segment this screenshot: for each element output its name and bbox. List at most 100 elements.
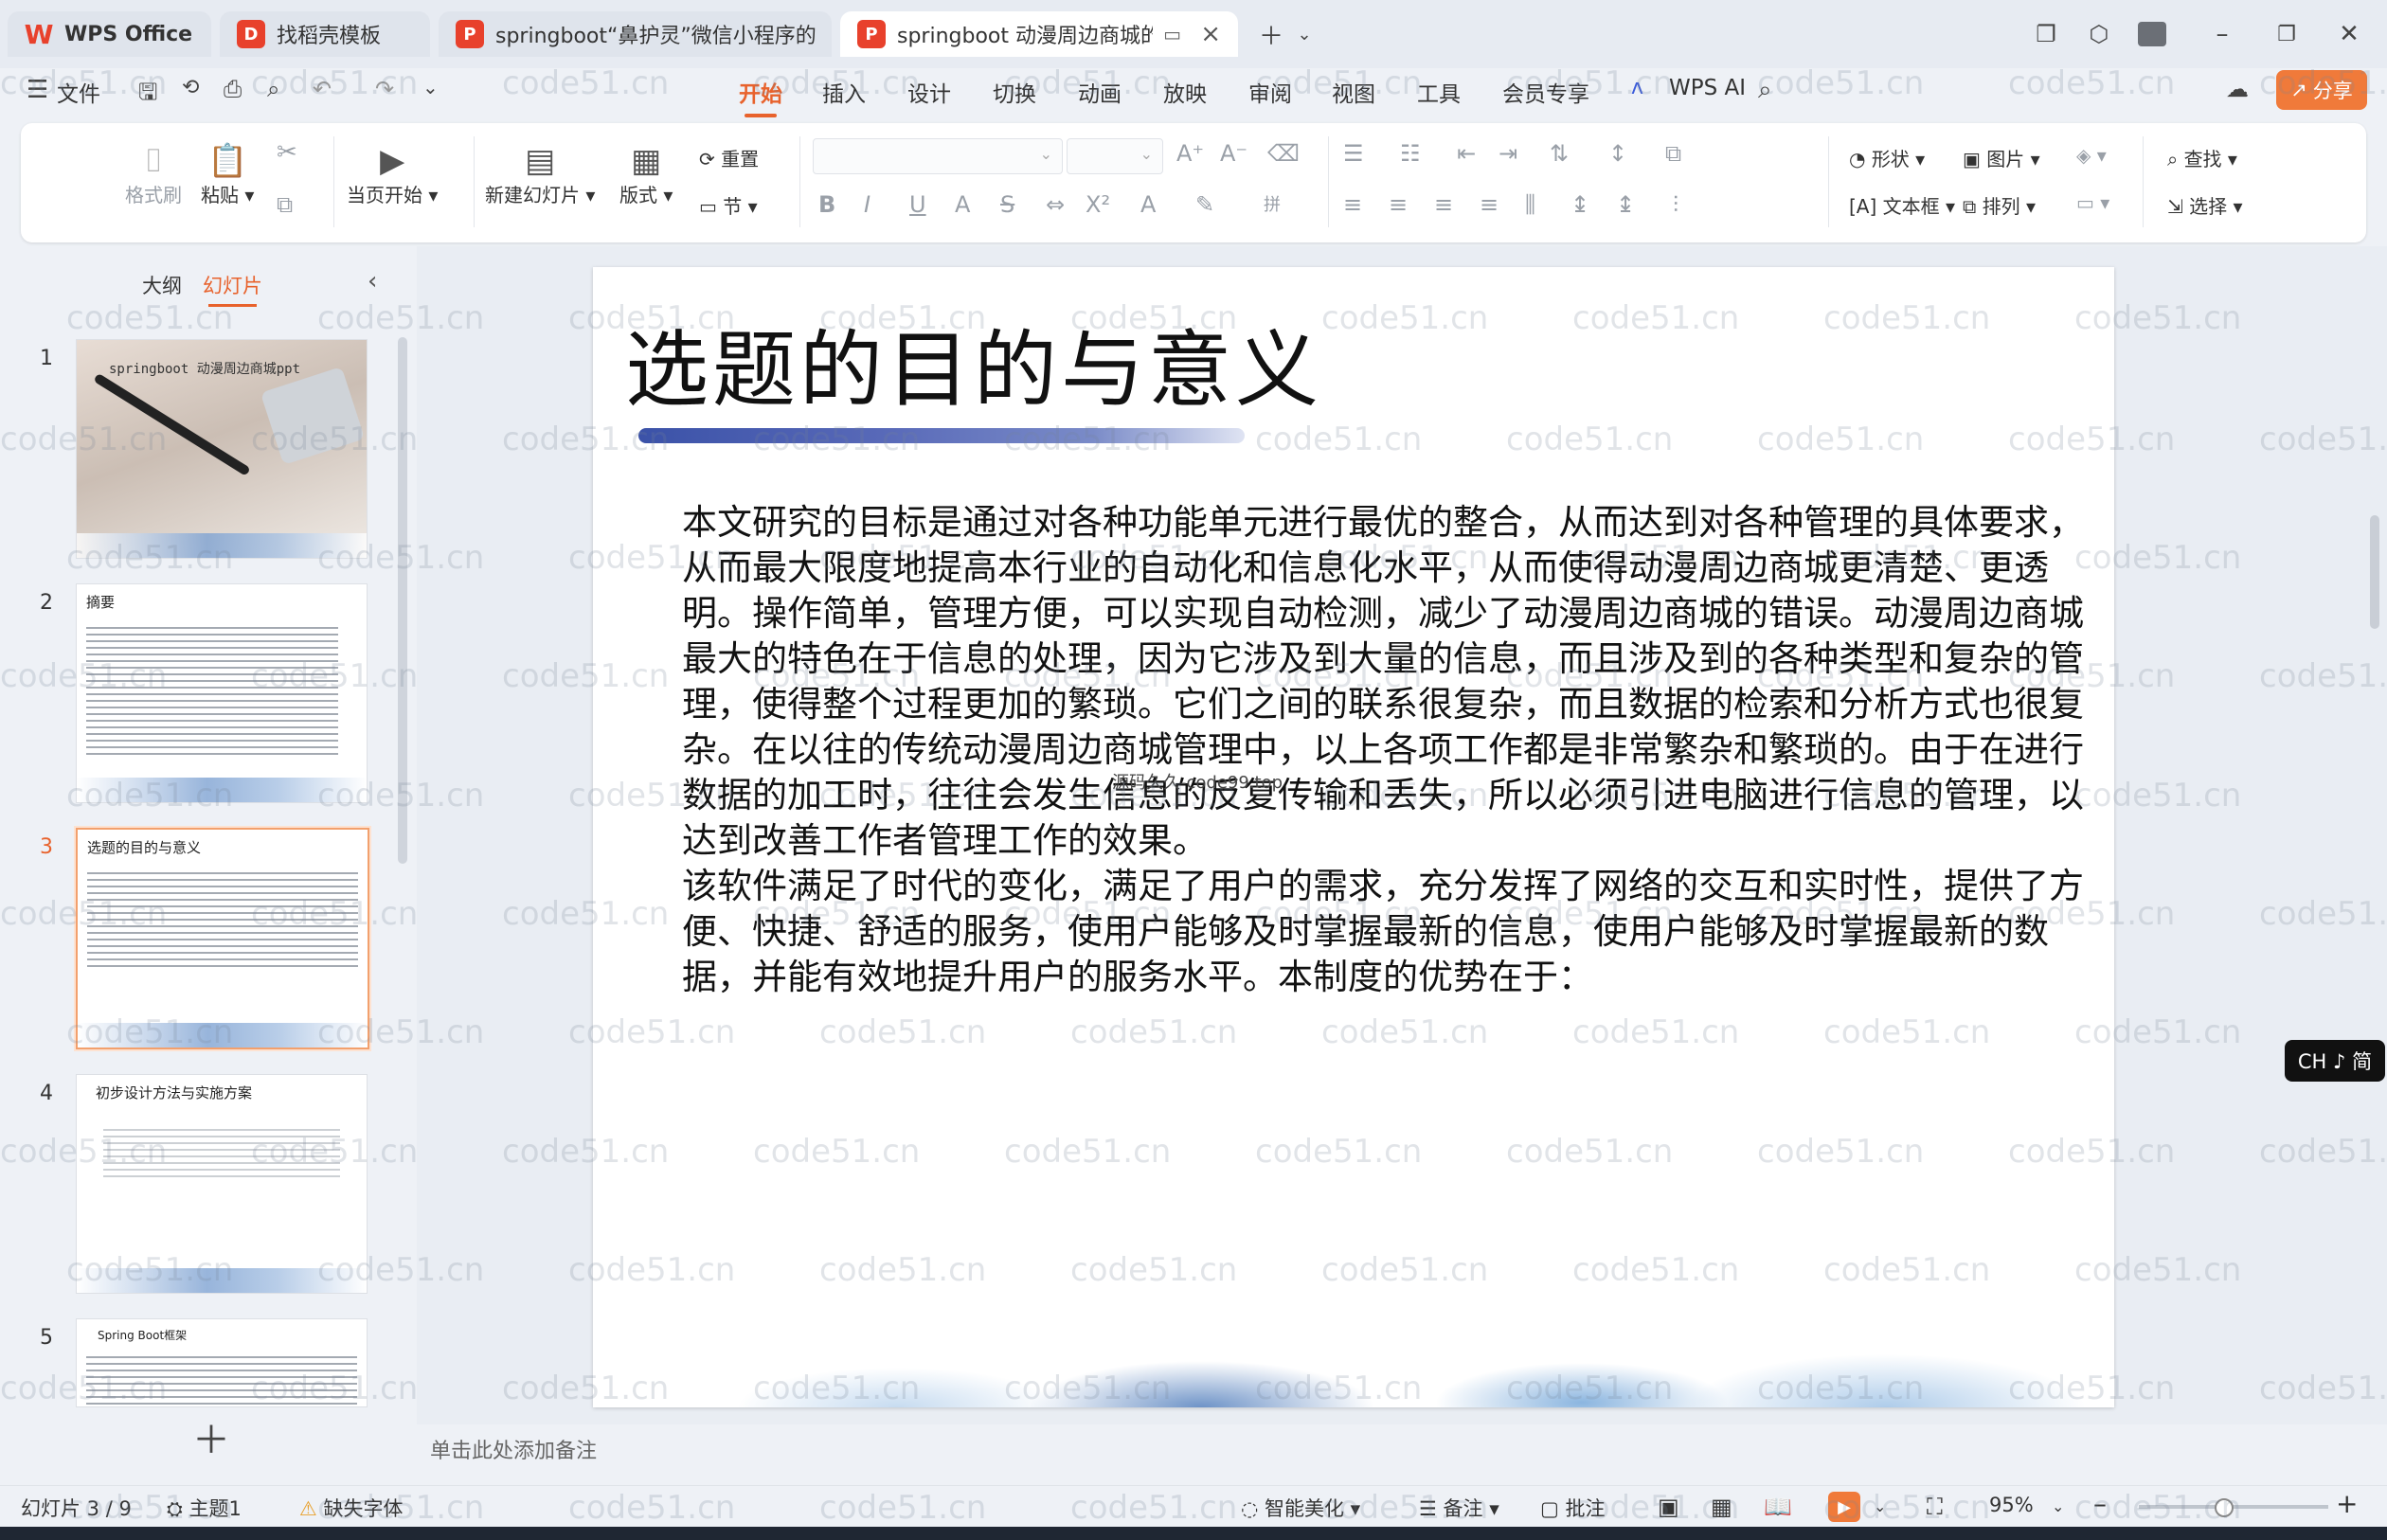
columns-icon[interactable]: ⫶ bbox=[1673, 191, 1678, 218]
slide-thumbnail-2[interactable]: 摘要 bbox=[76, 583, 368, 803]
menu-review[interactable]: 审阅 bbox=[1248, 76, 1292, 108]
tab-outline[interactable]: 大纲 bbox=[142, 271, 182, 299]
reading-view-icon[interactable]: 📖 bbox=[1764, 1494, 1792, 1520]
grid-view-icon[interactable]: ▦ bbox=[1711, 1494, 1732, 1520]
fill-icon[interactable]: ◈ ▾ bbox=[2076, 144, 2107, 167]
paragraph-spacing-icon[interactable]: ↨ bbox=[1616, 191, 1635, 218]
layout-button[interactable]: ▦ 版式 ▾ bbox=[619, 142, 673, 207]
from-current-slide-button[interactable]: ▶ 当页开始 ▾ bbox=[347, 142, 438, 207]
comments-button[interactable]: ▢ 批注 bbox=[1540, 1494, 1606, 1522]
slide-thumbnail-1[interactable]: springboot 动漫周边商城ppt bbox=[76, 339, 368, 559]
shape-button[interactable]: ◔ 形状 ▾ bbox=[1849, 144, 1925, 171]
increase-indent-icon[interactable]: ⇥ bbox=[1499, 140, 1517, 167]
slide-canvas[interactable]: 选题的目的与意义 本文研究的目标是通过对各种功能单元进行最优的整合，从而达到对各… bbox=[593, 267, 2114, 1407]
add-slide-button[interactable]: ＋ bbox=[192, 1409, 230, 1464]
play-slideshow-button[interactable]: ▶ bbox=[1828, 1492, 1860, 1522]
decrease-font-icon[interactable]: A⁻ bbox=[1220, 140, 1247, 167]
cut-icon[interactable]: ✂ bbox=[277, 138, 297, 167]
justify-icon[interactable]: ≡ bbox=[1480, 191, 1499, 218]
cloud-upload-icon[interactable]: ☁ bbox=[2226, 76, 2249, 102]
outline-icon[interactable]: ▭ ▾ bbox=[2076, 191, 2109, 214]
close-window-icon[interactable]: ✕ bbox=[2326, 15, 2372, 53]
align-left-icon[interactable]: ≡ bbox=[1343, 191, 1362, 218]
bullet-list-icon[interactable]: ☰ bbox=[1343, 140, 1364, 167]
numbered-list-icon[interactable]: ☷ bbox=[1400, 140, 1421, 167]
save-icon[interactable]: 🖫 bbox=[138, 76, 157, 115]
picture-button[interactable]: ▣ 图片 ▾ bbox=[1963, 144, 2040, 171]
maximize-icon[interactable]: ❐ bbox=[2264, 15, 2309, 53]
search-icon[interactable]: ⌕ bbox=[1758, 76, 1772, 105]
close-tab-icon[interactable]: × bbox=[1200, 20, 1221, 48]
menu-tools[interactable]: 工具 bbox=[1417, 76, 1461, 108]
minimize-icon[interactable]: – bbox=[2199, 15, 2245, 53]
slide-thumbnail-3[interactable]: 选题的目的与意义 bbox=[76, 828, 369, 1049]
notes-bar[interactable]: 单击此处添加备注 bbox=[417, 1424, 2387, 1468]
superscript-icon[interactable]: X² bbox=[1086, 191, 1110, 218]
thumbnail-scrollbar[interactable] bbox=[398, 337, 407, 864]
font-size-select[interactable]: ⌄ bbox=[1067, 138, 1163, 174]
link-icon[interactable]: ⟲ bbox=[182, 76, 199, 99]
print-icon[interactable]: ⎙ bbox=[224, 76, 242, 102]
menu-member[interactable]: 会员专享 bbox=[1502, 76, 1589, 108]
ime-indicator[interactable]: CH ♪ 简 bbox=[2285, 1040, 2385, 1082]
zoom-slider-handle[interactable] bbox=[2215, 1498, 2234, 1517]
menu-file[interactable]: 文件 bbox=[57, 76, 100, 108]
text-shadow-icon[interactable]: A bbox=[955, 191, 970, 218]
zoom-slider[interactable] bbox=[2139, 1505, 2328, 1509]
italic-icon[interactable]: I bbox=[864, 191, 870, 218]
sort-icon[interactable]: ↕ bbox=[1608, 140, 1627, 167]
section-button[interactable]: ▭ 节 ▾ bbox=[699, 191, 758, 219]
character-spacing-icon[interactable]: ⇔ bbox=[1046, 191, 1065, 218]
slide-thumbnail-4[interactable]: 初步设计方法与实施方案 bbox=[76, 1074, 368, 1294]
menu-slideshow[interactable]: 放映 bbox=[1163, 76, 1207, 108]
missing-font-button[interactable]: ⚠ 缺失字体 bbox=[299, 1494, 404, 1522]
textbox-button[interactable]: [A] 文本框 ▾ bbox=[1849, 191, 1955, 219]
slide-body-text[interactable]: 本文研究的目标是通过对各种功能单元进行最优的整合，从而达到对各种管理的具体要求，… bbox=[682, 500, 2112, 1000]
decrease-indent-icon[interactable]: ⇤ bbox=[1457, 140, 1476, 167]
slide-title[interactable]: 选题的目的与意义 bbox=[625, 303, 1322, 423]
redo-icon[interactable]: ↷ bbox=[375, 76, 394, 102]
arrange-button[interactable]: ⧉ 排列 ▾ bbox=[1963, 191, 2036, 219]
window-layout-icon[interactable]: ❐ bbox=[2027, 15, 2065, 53]
menu-animation[interactable]: 动画 bbox=[1078, 76, 1122, 108]
text-direction-icon[interactable]: ⇅ bbox=[1550, 140, 1569, 167]
underline-icon[interactable]: U bbox=[909, 191, 926, 218]
tab-wps-office[interactable]: W WPS Office bbox=[8, 11, 211, 57]
menu-wps-ai[interactable]: WPS AI bbox=[1669, 76, 1746, 100]
notes-button[interactable]: ☰ 备注 ▾ bbox=[1419, 1494, 1499, 1522]
menu-transition[interactable]: 切换 bbox=[993, 76, 1036, 108]
new-tab-button[interactable]: ＋ bbox=[1252, 15, 1290, 53]
highlight-icon[interactable]: ✎ bbox=[1195, 191, 1214, 218]
increase-font-icon[interactable]: A⁺ bbox=[1176, 140, 1204, 167]
share-button[interactable]: ↗ 分享 bbox=[2276, 70, 2367, 110]
find-button[interactable]: ⌕ 查找 ▾ bbox=[2167, 144, 2237, 171]
menu-view[interactable]: 视图 bbox=[1332, 76, 1375, 108]
zoom-level[interactable]: 95% bbox=[1989, 1494, 2034, 1516]
convert-icon[interactable]: ⧉ bbox=[1665, 140, 1681, 167]
collapse-panel-icon[interactable]: ‹ bbox=[368, 267, 377, 295]
chevron-down-icon[interactable]: ⌄ bbox=[1874, 1497, 1886, 1515]
font-name-select[interactable]: ⌄ bbox=[813, 138, 1063, 174]
chevron-down-icon[interactable]: ⌄ bbox=[1290, 15, 1319, 53]
chevron-down-icon[interactable]: ⌄ bbox=[422, 76, 439, 98]
hamburger-icon[interactable]: ☰ bbox=[27, 76, 48, 104]
tab-slides[interactable]: 幻灯片 bbox=[203, 271, 262, 307]
paste-button[interactable]: 📋 粘贴 ▾ bbox=[201, 142, 254, 207]
cube-icon[interactable]: ⬡ bbox=[2080, 15, 2118, 53]
format-painter-button[interactable]: ⌷ 格式刷 bbox=[125, 142, 182, 207]
select-button[interactable]: ⇲ 选择 ▾ bbox=[2167, 191, 2243, 219]
tab-document-1[interactable]: P springboot“鼻护灵”微信小程序的 bbox=[439, 11, 832, 57]
distribute-icon[interactable]: ⫼ bbox=[1525, 191, 1535, 218]
fit-window-icon[interactable]: ⛶ bbox=[1927, 1494, 1943, 1520]
theme-button[interactable]: ⛭ 主题1 bbox=[167, 1494, 242, 1522]
avatar[interactable] bbox=[2133, 15, 2171, 53]
menu-insert[interactable]: 插入 bbox=[822, 76, 866, 108]
reset-button[interactable]: ⟳ 重置 bbox=[699, 144, 759, 171]
new-slide-button[interactable]: ▤ 新建幻灯片 ▾ bbox=[485, 142, 595, 207]
align-right-icon[interactable]: ≡ bbox=[1434, 191, 1453, 218]
strikethrough-icon[interactable]: S bbox=[1000, 191, 1014, 218]
line-spacing-icon[interactable]: ↨ bbox=[1570, 191, 1589, 218]
notes-placeholder[interactable]: 单击此处添加备注 bbox=[430, 1434, 597, 1464]
font-color-icon[interactable]: A bbox=[1140, 191, 1156, 218]
tab-document-active[interactable]: P springboot 动漫周边商城的 ▭ × bbox=[840, 11, 1238, 57]
